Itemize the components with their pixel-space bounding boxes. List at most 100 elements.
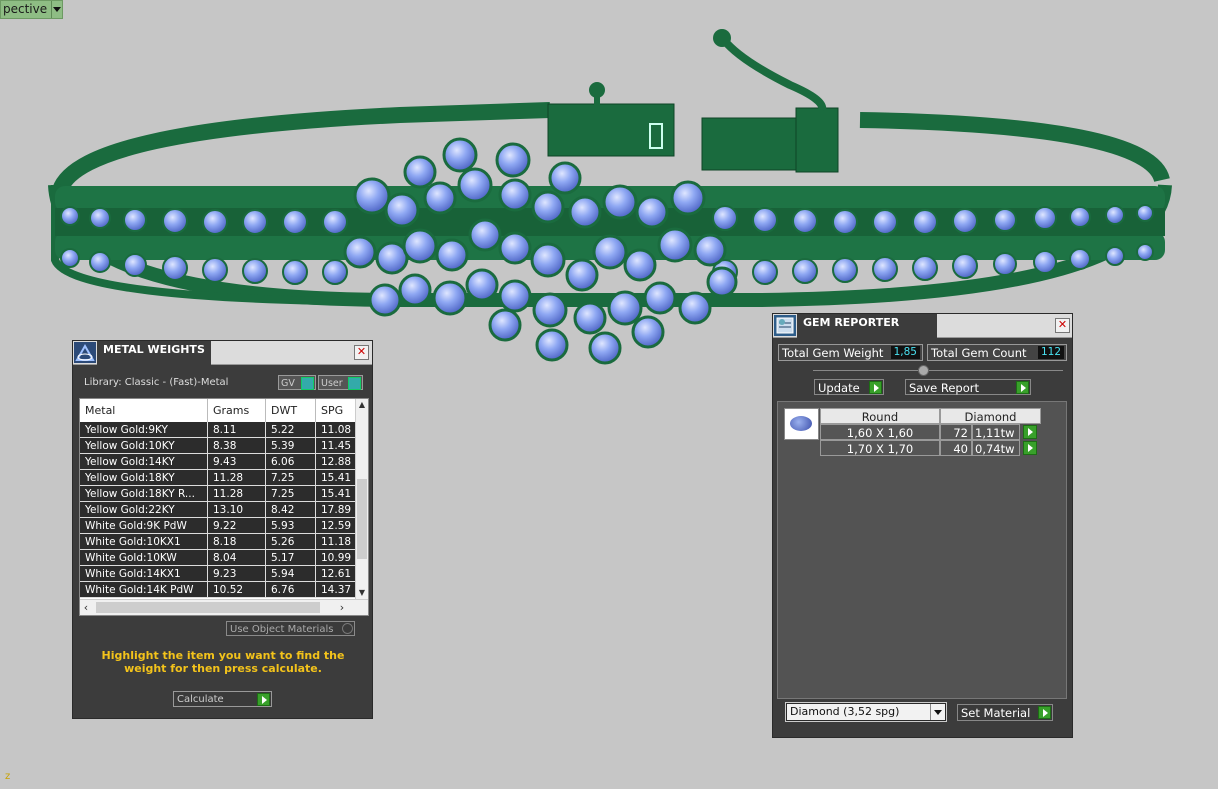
play-arrow-icon[interactable] [1023, 425, 1037, 439]
table-cell: 5.94 [266, 566, 316, 581]
scroll-left-icon[interactable]: ‹ [80, 600, 92, 615]
metal-weights-panel: METAL WEIGHTS ✕ Library: Classic - (Fast… [72, 340, 373, 719]
table-cell: Yellow Gold:9KY [80, 422, 208, 437]
table-cell: White Gold:10KX1 [80, 534, 208, 549]
view-mode-dropdown[interactable]: pective [0, 0, 64, 19]
table-row[interactable]: Yellow Gold:10KY 8.38 5.39 11.45 [80, 438, 356, 454]
table-cell: Yellow Gold:22KY [80, 502, 208, 517]
use-object-materials-label: Use Object Materials [230, 624, 334, 635]
table-cell: 12.61 [316, 566, 356, 581]
close-icon[interactable]: ✕ [1055, 318, 1070, 333]
gem-size-cell: 1,60 X 1,60 [820, 424, 940, 440]
library-label: Library: Classic - (Fast)-Metal [84, 377, 229, 388]
column-header-round: Round [820, 408, 940, 424]
gem-reporter-panel: GEM REPORTER ✕ Total Gem Weight 1,85 Tot… [772, 313, 1073, 738]
scroll-right-icon[interactable]: › [336, 600, 348, 615]
table-row[interactable]: White Gold:10KW 8.04 5.17 10.99 [80, 550, 356, 566]
divider [813, 370, 1063, 371]
table-cell: Yellow Gold:10KY [80, 438, 208, 453]
toggle-icon [348, 377, 361, 390]
play-arrow-icon[interactable] [1023, 441, 1037, 455]
table-row[interactable]: White Gold:9K PdW 9.22 5.93 12.59 [80, 518, 356, 534]
gem-row[interactable]: 1,70 X 1,70 40 0,74tw [820, 440, 1043, 456]
table-row[interactable]: White Gold:14K PdW 10.52 6.76 14.37 [80, 582, 356, 598]
table-cell: 11.45 [316, 438, 356, 453]
table-cell: 5.22 [266, 422, 316, 437]
table-cell: 8.42 [266, 502, 316, 517]
table-row[interactable]: White Gold:10KX1 8.18 5.26 11.18 [80, 534, 356, 550]
scroll-thumb[interactable] [357, 479, 367, 559]
gv-toggle[interactable]: GV [278, 375, 316, 390]
gem-table: Round Diamond 1,60 X 1,60 72 1,11tw 1,70 X … [820, 408, 1043, 456]
play-arrow-icon [869, 381, 882, 394]
total-gem-weight-field: Total Gem Weight 1,85 [778, 344, 923, 361]
horizontal-scrollbar[interactable]: ‹ › [80, 599, 368, 615]
gem-count-cell: 40 [940, 440, 972, 456]
table-row[interactable]: Yellow Gold:22KY 13.10 8.42 17.89 [80, 502, 356, 518]
column-header-dwt[interactable]: DWT [266, 399, 316, 422]
table-cell: 8.11 [208, 422, 266, 437]
table-cell: 6.76 [266, 582, 316, 597]
gem-list-area[interactable]: Round Diamond 1,60 X 1,60 72 1,11tw 1,70 X … [777, 401, 1067, 699]
table-cell: Yellow Gold:18KY R... [80, 486, 208, 501]
table-cell: 11.08 [316, 422, 356, 437]
panel-title: GEM REPORTER [797, 314, 937, 341]
material-select[interactable]: Diamond (3,52 spg) [785, 702, 947, 722]
table-cell: 8.38 [208, 438, 266, 453]
panel-title: METAL WEIGHTS [97, 341, 211, 368]
calculate-button[interactable]: Calculate [173, 691, 272, 707]
gem-reporter-icon [774, 315, 796, 336]
total-gem-count-label: Total Gem Count [931, 346, 1027, 360]
table-cell: 9.43 [208, 454, 266, 469]
gem-row[interactable]: 1,60 X 1,60 72 1,11tw [820, 424, 1043, 440]
table-cell: 15.41 [316, 486, 356, 501]
total-gem-count-field: Total Gem Count 112 [927, 344, 1067, 361]
column-header-diamond: Diamond [940, 408, 1041, 424]
table-cell: 12.59 [316, 518, 356, 533]
user-toggle[interactable]: User [318, 375, 363, 390]
table-cell: 11.28 [208, 486, 266, 501]
table-cell: Yellow Gold:18KY [80, 470, 208, 485]
save-report-button[interactable]: Save Report [905, 379, 1031, 395]
vertical-scrollbar[interactable]: ▲ ▼ [355, 399, 368, 599]
table-row[interactable]: White Gold:14KX1 9.23 5.94 12.61 [80, 566, 356, 582]
table-cell: White Gold:10KW [80, 550, 208, 565]
scroll-thumb[interactable] [96, 602, 320, 613]
table-row[interactable]: Yellow Gold:9KY 8.11 5.22 11.08 [80, 422, 356, 438]
table-row[interactable]: Yellow Gold:18KY 11.28 7.25 15.41 [80, 470, 356, 486]
table-row[interactable]: Yellow Gold:18KY R... 11.28 7.25 15.41 [80, 486, 356, 502]
table-cell: 15.41 [316, 470, 356, 485]
column-header-grams[interactable]: Grams [208, 399, 266, 422]
set-material-label: Set Material [961, 706, 1031, 720]
chevron-down-icon[interactable] [51, 1, 63, 18]
metal-table[interactable]: Metal Grams DWT SPG Yellow Gold:9KY 8.11 5… [79, 398, 369, 616]
table-cell: 5.39 [266, 438, 316, 453]
table-row[interactable]: Yellow Gold:14KY 9.43 6.06 12.88 [80, 454, 356, 470]
panel-titlebar[interactable]: GEM REPORTER ✕ [773, 314, 1072, 341]
column-header-spg[interactable]: SPG [316, 399, 356, 422]
table-header: Metal Grams DWT SPG [80, 399, 356, 422]
set-material-button[interactable]: Set Material [957, 704, 1053, 721]
table-cell: 17.89 [316, 502, 356, 517]
hint-text: Highlight the item you want to find the … [101, 649, 345, 675]
close-icon[interactable]: ✕ [354, 345, 369, 360]
table-cell: White Gold:9K PdW [80, 518, 208, 533]
total-gem-weight-label: Total Gem Weight [782, 346, 884, 360]
table-cell: 8.18 [208, 534, 266, 549]
gem-weight-cell: 1,11tw [972, 424, 1020, 440]
column-header-metal[interactable]: Metal [80, 399, 208, 422]
play-arrow-icon [257, 693, 270, 706]
table-cell: 6.06 [266, 454, 316, 469]
panel-titlebar[interactable]: METAL WEIGHTS ✕ [73, 341, 372, 368]
table-cell: 8.04 [208, 550, 266, 565]
gv-label: GV [281, 378, 295, 389]
scroll-up-icon[interactable]: ▲ [356, 399, 368, 411]
chevron-down-icon[interactable] [930, 704, 945, 720]
play-arrow-icon [1038, 706, 1051, 719]
calculate-label: Calculate [177, 694, 224, 705]
table-cell: White Gold:14K PdW [80, 582, 208, 597]
scroll-down-icon[interactable]: ▼ [356, 587, 368, 599]
use-object-materials-toggle[interactable]: Use Object Materials [226, 621, 355, 636]
collapse-handle-icon[interactable] [918, 365, 929, 376]
update-button[interactable]: Update [814, 379, 884, 395]
